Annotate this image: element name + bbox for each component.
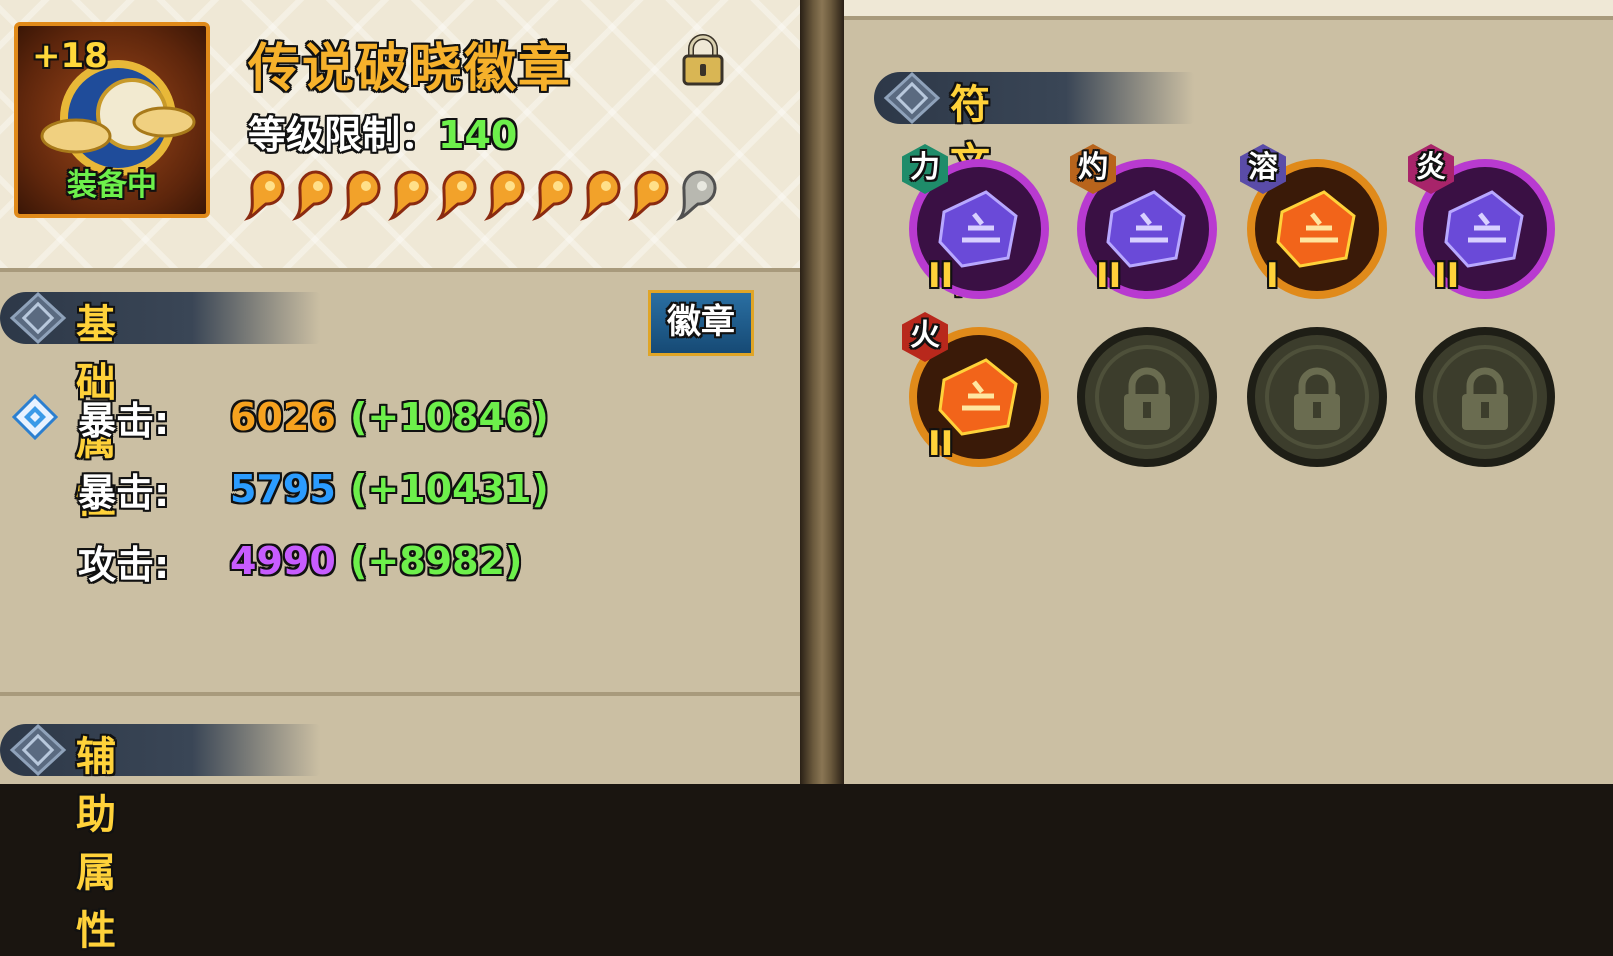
badge-button[interactable]: 徽章: [648, 290, 754, 356]
stat-row: 攻击: 4990 (+8982): [78, 534, 522, 588]
stat-value: 6026: [230, 395, 336, 439]
selected-stat-diamond-icon: [12, 394, 58, 440]
level-limit-label: 等级限制：: [248, 113, 439, 157]
star-filled-icon: [484, 170, 525, 221]
equipped-status: 装备中: [67, 168, 157, 203]
rune-level: I: [1266, 256, 1279, 296]
stat-row: 暴击: 5795 (+10431): [78, 462, 549, 516]
rune-slot-locked[interactable]: [1242, 322, 1392, 472]
star-filled-icon: [244, 170, 285, 221]
rune-panel: 符文属性 力II灼II溶I炎II火II: [844, 0, 1613, 784]
rune-slot[interactable]: 力 II: [902, 144, 1054, 304]
rune-level: II: [1434, 256, 1460, 296]
aux-attributes-title: 辅助属性: [76, 734, 116, 954]
star-filled-icon: [292, 170, 333, 221]
star-filled-icon: [388, 170, 429, 221]
section-diamond-icon: [9, 723, 67, 777]
stat-row: 暴击: 6026 (+10846): [78, 390, 549, 444]
panel-top-strip: [844, 0, 1613, 20]
level-requirement: 等级限制：140: [248, 104, 517, 159]
rune-slot-locked[interactable]: [1410, 322, 1560, 472]
star-filled-icon: [628, 170, 669, 221]
section-divider: [0, 692, 800, 696]
stat-value: 5795: [230, 467, 336, 511]
locked-slot-icon: [1077, 327, 1217, 467]
star-empty-icon: [676, 170, 717, 221]
level-limit-value: 140: [438, 113, 518, 157]
rune-slot[interactable]: 火 II: [902, 312, 1054, 472]
rune-slot[interactable]: 溶I: [1240, 144, 1392, 304]
rune-level: II: [928, 256, 954, 296]
stat-label: 暴击:: [78, 398, 170, 443]
star-filled-icon: [532, 170, 573, 221]
rune-level: II: [1096, 256, 1122, 296]
star-filled-icon: [580, 170, 621, 221]
section-diamond-icon: [9, 291, 67, 345]
stat-label: 暴击:: [78, 470, 170, 515]
rune-level: II: [928, 424, 954, 464]
rune-slot[interactable]: 炎 II: [1408, 144, 1560, 304]
item-detail-panel: +18 装备中 传说破晓徽章 等级限制：140 基础属性 徽章 暴击: 6026: [0, 0, 800, 954]
stat-label: 攻击:: [78, 542, 170, 587]
lock-icon[interactable]: [680, 34, 726, 86]
rune-slot[interactable]: 灼 II: [1070, 144, 1222, 304]
stat-bonus: (+10846): [350, 395, 549, 439]
rune-slot-locked[interactable]: [1072, 322, 1222, 472]
locked-slot-icon: [1415, 327, 1555, 467]
section-diamond-icon: [883, 71, 941, 125]
panel-divider: [800, 0, 844, 784]
item-icon[interactable]: +18 装备中: [14, 22, 210, 218]
stat-bonus: (+10431): [350, 467, 549, 511]
item-header: +18 装备中 传说破晓徽章 等级限制：140: [0, 0, 800, 272]
star-filled-icon: [436, 170, 477, 221]
item-name: 传说破晓徽章: [248, 39, 573, 99]
stat-bonus: (+8982): [350, 539, 523, 583]
stat-value: 4990: [230, 539, 336, 583]
enhance-level: +18: [32, 36, 108, 76]
locked-slot-icon: [1247, 327, 1387, 467]
star-filled-icon: [340, 170, 381, 221]
star-rating: [244, 166, 722, 222]
